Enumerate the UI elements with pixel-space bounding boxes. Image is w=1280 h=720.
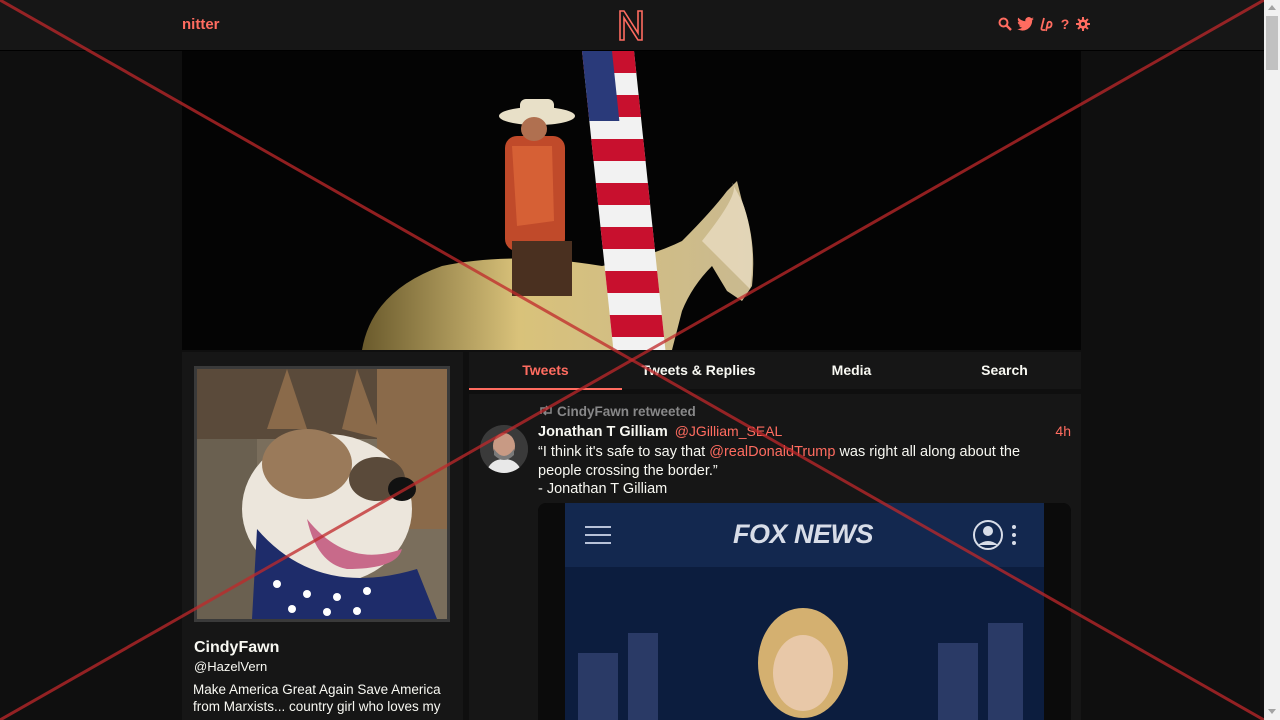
profile-banner[interactable] <box>182 51 1081 350</box>
retweet-label: CindyFawn retweeted <box>557 404 696 419</box>
timeline: CindyFawn retweeted Jonathan T Gilliam @… <box>469 394 1081 720</box>
help-icon[interactable]: ? <box>1058 16 1072 32</box>
tweet-signature: - Jonathan T Gilliam <box>538 481 668 497</box>
search-icon[interactable] <box>998 16 1012 32</box>
scroll-thumb[interactable] <box>1266 16 1278 70</box>
profile-avatar[interactable] <box>194 366 450 622</box>
timeline-tabs: Tweets Tweets & Replies Media Search <box>469 352 1081 390</box>
tab-search[interactable]: Search <box>928 352 1081 389</box>
page-scrollbar[interactable] <box>1264 0 1280 720</box>
profile-fullname[interactable]: CindyFawn <box>194 639 279 657</box>
nav-icons: ? <box>998 16 1090 32</box>
navbar: nitter ? <box>0 0 1264 51</box>
retweet-icon <box>539 404 553 419</box>
tweet-avatar[interactable] <box>480 425 528 473</box>
settings-gear-icon[interactable] <box>1076 16 1090 32</box>
liberapay-icon[interactable] <box>1038 16 1054 32</box>
tweet-date[interactable]: 4h <box>1055 423 1071 439</box>
tab-tweets[interactable]: Tweets <box>469 352 622 390</box>
tab-media[interactable]: Media <box>775 352 928 389</box>
tweet-mention-link[interactable]: @realDonaldTrump <box>709 444 835 460</box>
brand-link[interactable]: nitter <box>182 16 220 33</box>
profile-card: CindyFawn @HazelVern Make America Great … <box>182 352 463 720</box>
nitter-logo-icon[interactable] <box>617 9 645 41</box>
fox-news-logo: FOX NEWS <box>733 519 874 549</box>
tweet-media[interactable]: FOX NEWS <box>538 503 1071 720</box>
tab-tweets-replies[interactable]: Tweets & Replies <box>622 352 775 389</box>
scroll-down-arrow-icon[interactable] <box>1268 709 1276 714</box>
tweet-text-before: “I think it's safe to say that <box>538 444 710 460</box>
profile-username[interactable]: @HazelVern <box>194 659 267 674</box>
twitter-bird-icon[interactable] <box>1016 16 1034 32</box>
tweet-username[interactable]: @JGilliam_SEAL <box>675 423 783 439</box>
tweet-fullname[interactable]: Jonathan T Gilliam <box>538 424 668 440</box>
tweet-content: “I think it's safe to say that @realDona… <box>538 443 1058 499</box>
profile-bio: Make America Great Again Save America fr… <box>193 682 441 714</box>
retweet-header[interactable]: CindyFawn retweeted <box>539 404 696 419</box>
tweet-header: Jonathan T Gilliam @JGilliam_SEAL 4h <box>538 423 1071 440</box>
scroll-up-arrow-icon[interactable] <box>1268 5 1276 10</box>
